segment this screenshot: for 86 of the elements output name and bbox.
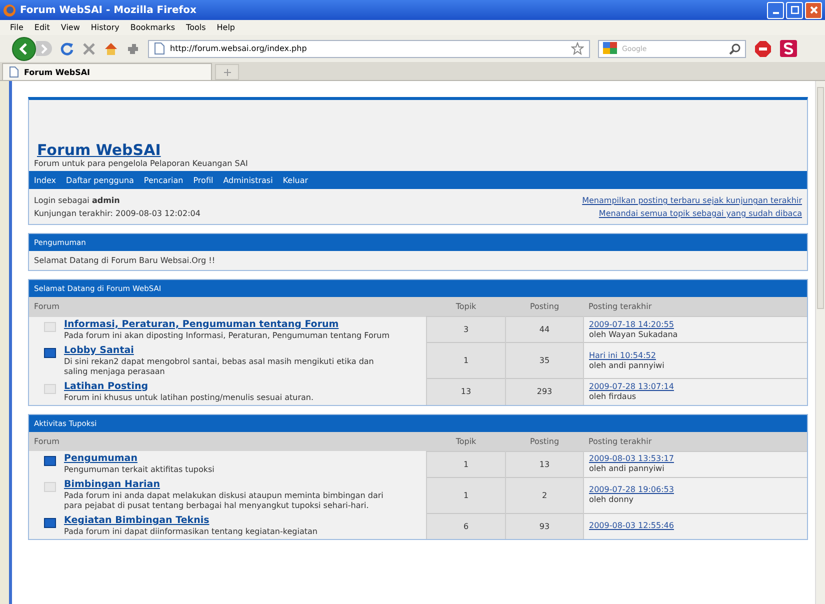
menu-item[interactable]: Edit <box>34 23 50 32</box>
last-post-link[interactable]: 2009-08-03 13:53:17 <box>589 454 802 464</box>
topic-count: 1 <box>426 477 506 513</box>
post-count: 44 <box>506 316 584 342</box>
forum-link[interactable]: Informasi, Peraturan, Pengumuman tentang Forum <box>64 318 390 330</box>
google-icon <box>603 42 619 55</box>
last-post-link[interactable]: 2009-07-18 14:20:55 <box>589 320 802 330</box>
post-count: 2 <box>506 477 584 513</box>
plus-icon <box>224 68 230 76</box>
last-post-author: oleh andi pannyiwi <box>589 464 666 474</box>
forum-description: Pada forum ini akan diposting Informasi, Peraturan, Pengumuman tentang Forum <box>64 330 390 340</box>
post-count: 293 <box>506 378 584 404</box>
column-header: Topik <box>426 432 506 451</box>
forum-description: Di sini rekan2 dapat mengobrol santai, bebas asal masih mengikuti etika dan saling menjaga perasaan <box>64 356 375 376</box>
close-button[interactable] <box>805 2 822 18</box>
last-post-author: oleh Wayan Sukadana <box>589 330 679 340</box>
forum-title-link[interactable]: Forum WebSAI <box>34 141 802 159</box>
column-header: Posting <box>506 432 584 451</box>
forum-link[interactable]: Kegiatan Bimbingan Teknis <box>64 515 318 527</box>
extension-icon[interactable] <box>780 40 797 57</box>
menu-item[interactable]: Bookmarks <box>130 23 176 32</box>
forum-link[interactable]: Latihan Posting <box>64 380 314 392</box>
last-post-link[interactable]: 2009-07-28 19:06:53 <box>589 485 802 495</box>
nav-link[interactable]: Pencarian <box>144 176 184 184</box>
globe-icon <box>3 4 16 16</box>
menu-item[interactable]: View <box>60 23 80 32</box>
last-post-link[interactable]: Hari ini 10:54:52 <box>589 350 802 360</box>
column-header: Topik <box>426 297 506 316</box>
forum-description: Forum ini khusus untuk latihan posting/menulis sesuai aturan. <box>64 392 314 402</box>
menu-item[interactable]: Help <box>216 23 236 32</box>
forum-description: Pada forum ini dapat diinformasikan tentang kegiatan-kegiatan <box>64 527 318 537</box>
menu-item[interactable]: Tools <box>186 23 206 32</box>
column-header: Forum <box>29 432 426 451</box>
nav-link[interactable]: Index <box>34 176 56 184</box>
topic-count: 3 <box>426 316 506 342</box>
forum-link[interactable]: Bimbingan Harian <box>64 479 399 491</box>
minimize-button[interactable] <box>767 2 784 18</box>
nav-link[interactable]: Keluar <box>282 176 308 184</box>
page-icon <box>154 42 165 55</box>
forum-description: Pada forum ini anda dapat melakukan diskusi ataupun meminta bimbingan dari para pejabat di pusat tentang berbagai hal menyangkut tupoksi sehari-hari. <box>64 491 384 511</box>
last-post-author: oleh firdaus <box>589 392 638 402</box>
forum-subtitle: Forum untuk para pengelola Pelaporan Keuangan SAI <box>34 159 249 168</box>
column-header: Forum <box>29 297 426 316</box>
browser-tab[interactable]: Forum WebSAI <box>2 63 212 80</box>
forum-link[interactable]: Lobby Santai <box>64 344 399 356</box>
forum-description: Pengumuman terkait aktifitas tupoksi <box>64 465 214 475</box>
announcement-text: Selamat Datang di Forum Baru Websai.Org !! <box>33 255 216 267</box>
stop-icon[interactable] <box>82 42 96 56</box>
address-field[interactable]: http://forum.websai.org/index.php <box>148 40 590 58</box>
last-post-link[interactable]: 2009-07-28 13:07:14 <box>589 382 802 392</box>
new-tab-button[interactable] <box>215 64 239 80</box>
last-visit-text: Kunjungan terakhir: 2009-08-03 12:02:04 <box>34 208 200 220</box>
action-link[interactable]: Menampilkan posting terbaru sejak kunjungan terakhir <box>582 194 802 207</box>
scrollbar[interactable] <box>815 81 825 604</box>
action-link[interactable]: Menandai semua topik sebagai yang sudah dibaca <box>598 207 802 220</box>
stop-sign-icon[interactable] <box>754 40 772 58</box>
topic-count: 13 <box>426 378 506 404</box>
forum-link[interactable]: Pengumuman <box>64 453 214 465</box>
login-status: Login sebagai admin <box>34 195 121 207</box>
window-title: Forum WebSAI - Mozilla Firefox <box>20 4 198 16</box>
nav-link[interactable]: Administrasi <box>223 176 273 184</box>
topic-count: 6 <box>426 513 506 539</box>
column-header: Posting terakhir <box>584 297 807 316</box>
topic-count: 1 <box>426 451 506 477</box>
maximize-icon <box>790 6 798 14</box>
column-header: Posting terakhir <box>584 432 807 451</box>
close-icon <box>810 6 818 14</box>
star-icon[interactable] <box>571 42 584 55</box>
post-count: 93 <box>506 513 584 539</box>
back-button[interactable] <box>12 36 36 60</box>
last-post-author: oleh donny <box>589 495 634 505</box>
maximize-button[interactable] <box>786 2 803 18</box>
nav-link[interactable]: Profil <box>193 176 214 184</box>
last-post-author: oleh andi pannyiwi <box>589 360 666 370</box>
topic-count: 1 <box>426 342 506 378</box>
post-count: 35 <box>506 342 584 378</box>
reload-icon[interactable] <box>60 42 74 56</box>
last-post-link[interactable]: 2009-08-03 12:55:46 <box>589 521 802 532</box>
nav-link[interactable]: Daftar pengguna <box>66 176 134 184</box>
search-icon[interactable] <box>729 42 741 54</box>
page-icon <box>9 66 19 78</box>
home-icon[interactable] <box>104 42 118 56</box>
menu-item[interactable]: History <box>90 23 120 32</box>
menu-item[interactable]: File <box>10 23 24 32</box>
post-count: 13 <box>506 451 584 477</box>
column-header: Posting <box>506 297 584 316</box>
